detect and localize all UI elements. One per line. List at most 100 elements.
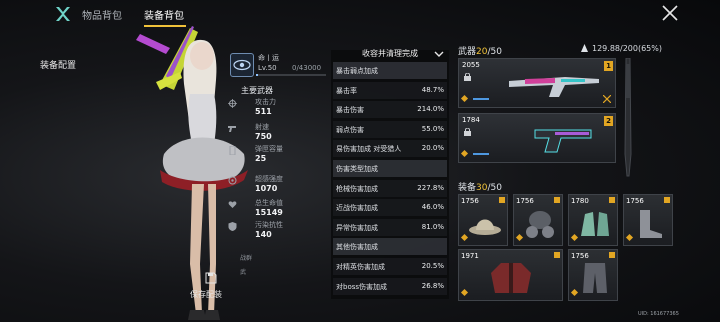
weapons-section-title: 武器20/50 bbox=[458, 44, 502, 57]
gun-icon bbox=[228, 126, 236, 132]
stat-value: 140 bbox=[255, 230, 272, 239]
attribute-label: 对精英伤害加成 bbox=[336, 263, 385, 271]
gear-power: 1756 bbox=[516, 197, 534, 205]
slot-number-badge: 2 bbox=[604, 116, 613, 126]
attribute-value: 214.0% bbox=[417, 105, 444, 114]
weapon-label: 武 bbox=[240, 269, 247, 276]
gear-section-title: 装备30/50 bbox=[458, 180, 502, 193]
gear-slot-body[interactable]: 1971 bbox=[458, 249, 563, 301]
magazine-icon bbox=[229, 146, 236, 155]
stat-value: 750 bbox=[255, 132, 272, 141]
attribute-label: 异常伤害加成 bbox=[336, 223, 378, 232]
player-exp: 0/43000 bbox=[292, 64, 322, 72]
game-logo-icon[interactable] bbox=[54, 5, 72, 23]
attribute-label: 暴击伤害 bbox=[336, 106, 364, 115]
attribute-value: 227.8% bbox=[417, 183, 444, 192]
player-level: Lv.50 bbox=[258, 64, 277, 72]
close-icon[interactable] bbox=[660, 3, 680, 23]
player-badge-icon[interactable] bbox=[230, 53, 254, 77]
gloves-icon bbox=[581, 212, 609, 236]
gas-mask-icon bbox=[526, 211, 554, 238]
rarity-corner bbox=[499, 197, 505, 203]
character-stats-panel: 命丨运 Lv.50 0/43000 主要武器 攻击力 511 射速 750 弹匣… bbox=[226, 50, 329, 300]
gear-power: 1756 bbox=[571, 252, 589, 260]
gear-title: 装备 bbox=[458, 183, 477, 193]
attribute-row: 暴击伤害 214.0% bbox=[333, 101, 447, 119]
faction-label: 战群 bbox=[240, 255, 253, 262]
attribute-label: 暴击弱点加成 bbox=[336, 67, 378, 75]
gear-slot-legs[interactable]: 1756 bbox=[568, 249, 618, 301]
pants-icon bbox=[583, 263, 607, 293]
attribute-label: 对boss伤害加成 bbox=[336, 282, 388, 291]
brain-icon bbox=[228, 176, 237, 185]
exp-bar bbox=[256, 74, 326, 76]
durability-bar bbox=[473, 98, 489, 100]
rarity-corner bbox=[609, 252, 615, 258]
weapon-slot-1[interactable]: 2055 1 bbox=[458, 58, 616, 108]
lock-icon bbox=[464, 73, 471, 81]
gear-power: 1971 bbox=[461, 252, 479, 260]
attribute-value: 26.8% bbox=[421, 281, 444, 290]
attribute-row: 近战伤害加成 46.0% bbox=[333, 199, 447, 217]
weapons-title: 武器 bbox=[458, 47, 477, 57]
weapons-capacity: /50 bbox=[487, 47, 502, 57]
gear-power: 1780 bbox=[571, 197, 589, 205]
attribute-group-header: 暴击弱点加成 bbox=[333, 62, 447, 79]
attribute-label: 伤害类型加成 bbox=[336, 165, 378, 173]
rifle-icon bbox=[509, 77, 599, 97]
crosshair-icon bbox=[228, 99, 237, 108]
rarity-corner bbox=[554, 252, 560, 258]
durability-bar bbox=[473, 153, 489, 155]
gear-slot-hands[interactable]: 1780 bbox=[568, 194, 618, 246]
tab-equipment-bag[interactable]: 装备背包 bbox=[144, 7, 184, 22]
attribute-value: 81.0% bbox=[421, 222, 444, 231]
rarity-gem-icon bbox=[460, 94, 469, 103]
attribute-group-header: 其他伤害加成 bbox=[333, 238, 447, 256]
attribute-row: 暴击率 48.7% bbox=[333, 81, 447, 99]
tab-item-bag[interactable]: 物品背包 bbox=[82, 7, 122, 22]
stat-value: 25 bbox=[255, 154, 267, 163]
weapon-power: 1784 bbox=[462, 116, 480, 124]
rarity-gem-icon bbox=[460, 149, 469, 158]
slot-number-badge: 1 bbox=[604, 61, 613, 71]
attribute-group-header: 伤害类型加成 bbox=[333, 160, 447, 177]
attribute-row: 异常伤害加成 81.0% bbox=[333, 218, 447, 236]
attribute-value: 46.0% bbox=[421, 203, 444, 212]
attribute-label: 其他伤害加成 bbox=[336, 243, 378, 252]
weapon-slot-2[interactable]: 1784 2 bbox=[458, 113, 616, 163]
rarity-gem-icon bbox=[460, 288, 469, 297]
stat-label: 射速 bbox=[255, 123, 269, 131]
crossed-tools-icon bbox=[603, 95, 611, 103]
gear-slot-feet[interactable]: 1756 bbox=[623, 194, 673, 246]
attribute-label: 易伤害加成 对受猎人 bbox=[336, 145, 402, 154]
attribute-label: 枪械伤害加成 bbox=[336, 184, 378, 193]
weapons-count: 20 bbox=[476, 47, 488, 57]
gear-power: 1756 bbox=[461, 197, 479, 205]
attribute-row: 枪械伤害加成 227.8% bbox=[333, 179, 447, 197]
attribute-value: 48.7% bbox=[421, 85, 444, 94]
lock-icon bbox=[464, 128, 471, 136]
attribute-row: 对boss伤害加成 26.8% bbox=[333, 277, 447, 295]
attribute-label: 弱点伤害 bbox=[336, 125, 364, 134]
weight-capacity: 129.88/200(65%) bbox=[592, 44, 662, 53]
gear-slot-mask[interactable]: 1756 bbox=[513, 194, 563, 246]
save-loadout-button[interactable]: 保存配装 bbox=[190, 272, 232, 300]
stat-label: 污染抗性 bbox=[255, 221, 283, 229]
attribute-label: 近战伤害加成 bbox=[336, 204, 378, 213]
eye-icon bbox=[233, 59, 251, 71]
attribute-panel-title: 收容并清理完成 bbox=[362, 49, 418, 58]
attribute-value: 55.0% bbox=[421, 124, 444, 133]
stat-label: 总生命值 bbox=[255, 199, 283, 207]
rarity-corner bbox=[554, 197, 560, 203]
stat-label: 弹匣容量 bbox=[255, 145, 283, 153]
attribute-value: 20.5% bbox=[421, 262, 444, 270]
weapon-power: 2055 bbox=[462, 61, 480, 69]
attribute-row: 对精英伤害加成 20.5% bbox=[333, 258, 447, 275]
hat-icon bbox=[469, 219, 501, 235]
rarity-corner bbox=[609, 197, 615, 203]
attribute-bonus-panel: 收容并清理完成 暴击弱点加成暴击率 48.7% 暴击伤害 214.0% 弱点伤害 55.0… bbox=[331, 48, 449, 299]
collapse-icon[interactable] bbox=[433, 48, 445, 60]
melee-bat-icon[interactable] bbox=[618, 58, 638, 178]
gear-slot-head[interactable]: 1756 bbox=[458, 194, 508, 246]
pistol-icon bbox=[534, 129, 592, 153]
